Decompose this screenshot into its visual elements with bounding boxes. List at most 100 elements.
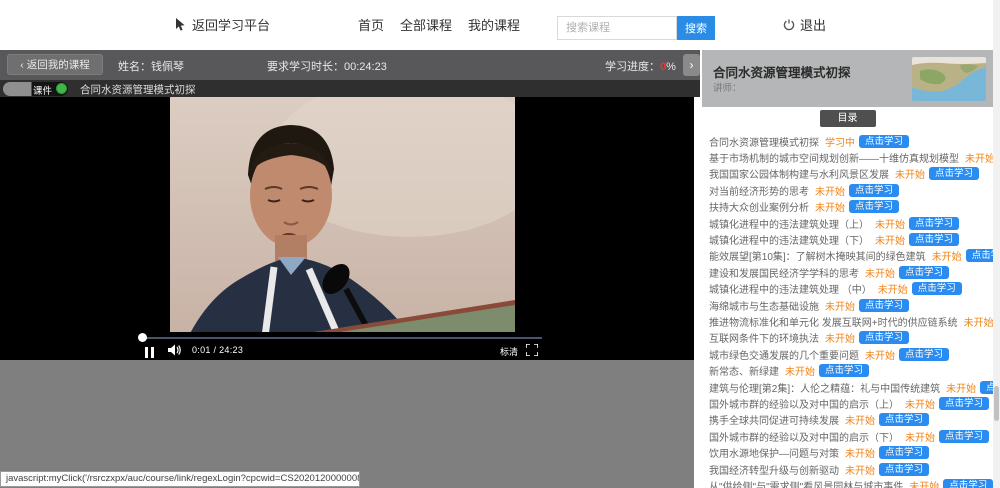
search-bar: 搜索 (557, 16, 715, 40)
video-time: 0:01 / 24:23 (192, 345, 244, 355)
toc-list: 合同水资源管理模式初探 学习中 点击学习 基于市场机制的城市空间规划创新——十维仿真规… (702, 133, 993, 488)
quality-button[interactable]: 标清 (500, 345, 518, 358)
list-item: 国外城市群的经验以及对中国的启示（下） 未开始 点击学习 (702, 428, 993, 444)
search-button[interactable]: 搜索 (677, 16, 715, 40)
course-item-title[interactable]: 国外城市群的经验以及对中国的启示（上） (709, 396, 899, 411)
back-to-my-courses-button[interactable]: ‹ 返回我的课程 (7, 54, 103, 75)
study-button[interactable]: 点击学习 (849, 183, 900, 197)
nav-my-courses[interactable]: 我的课程 (468, 15, 520, 34)
nav-links: 首页 全部课程 我的课程 (358, 15, 520, 34)
course-panel-header: 合同水资源管理模式初探 讲师： (702, 50, 993, 107)
list-item: 新常态、新绿建 未开始 点击学习 (702, 362, 993, 378)
required-duration: 要求学习时长：00:24:23 (267, 61, 387, 73)
seek-handle[interactable] (138, 333, 147, 342)
nav-all-courses[interactable]: 全部课程 (400, 15, 452, 34)
study-button[interactable]: 点击学习 (909, 233, 960, 247)
study-button[interactable]: 点击学习 (859, 134, 910, 148)
course-item-title[interactable]: 国外城市群的经验以及对中国的启示（下） (709, 429, 899, 444)
status-label: 未开始 (875, 219, 905, 231)
course-item-title[interactable]: 建设和发展国民经济学学科的思考 (709, 265, 859, 280)
course-item-title[interactable]: 能效展望[第10集]：了解树木掩映其间的绿色建筑 (709, 248, 926, 263)
list-item: 能效展望[第10集]：了解树木掩映其间的绿色建筑未开始点击学习 (702, 248, 993, 264)
status-label: 未开始 (785, 367, 815, 379)
study-button[interactable]: 点击学习 (879, 446, 930, 460)
back-to-platform-link[interactable]: 返回学习平台 (175, 15, 270, 34)
list-item: 对当前经济形势的思考 未开始 点击学习 (702, 182, 993, 198)
course-item-title[interactable]: 合同水资源管理模式初探 (709, 134, 819, 149)
study-button[interactable]: 点击学习 (849, 200, 900, 214)
fullscreen-icon[interactable] (526, 344, 538, 356)
chevron-right-icon: › (689, 58, 694, 72)
list-item: 我国国家公园体制构建与水利风景区发展 未开始 点击学习 (702, 166, 993, 182)
course-item-title[interactable]: 推进物流标准化和单元化 发展互联网+时代的供应链系统 (709, 314, 958, 329)
study-button[interactable]: 点击学习 (879, 462, 930, 476)
video-player[interactable]: 2018第九届中国(国际)水务高峰论坛 0:01 / 24:23 标清 (0, 97, 694, 360)
course-item-title[interactable]: 城镇化进程中的违法建筑处理（上） (709, 216, 869, 231)
course-item-title[interactable]: 新常态、新绿建 (709, 363, 779, 378)
search-input[interactable] (557, 16, 677, 40)
course-item-title[interactable]: 基于市场机制的城市空间规划创新——十维仿真规划模型 (709, 150, 959, 165)
study-button[interactable]: 点击学习 (899, 347, 950, 361)
study-button[interactable]: 点击学习 (943, 478, 993, 488)
pause-button[interactable] (145, 345, 157, 358)
page-scrollbar[interactable] (993, 0, 1000, 488)
list-item: 建设和发展国民经济学学科的思考 未开始 点击学习 (702, 264, 993, 280)
study-button[interactable]: 点击学习 (909, 216, 960, 230)
player-header-bar: ‹ 返回我的课程 姓名：钱佩琴 要求学习时长：00:24:23 学习进度：0% … (0, 50, 700, 80)
volume-icon[interactable] (168, 344, 182, 356)
student-name: 姓名：钱佩琴 (118, 61, 184, 73)
study-button[interactable]: 点击学习 (929, 167, 980, 181)
page-background (0, 360, 694, 488)
status-label: 未开始 (845, 449, 875, 461)
course-item-title[interactable]: 我国经济转型升级与创新驱动 (709, 462, 839, 477)
status-label: 未开始 (905, 399, 935, 411)
status-label: 未开始 (815, 203, 845, 215)
study-button[interactable]: 点击学习 (819, 364, 870, 378)
study-button[interactable]: 点击学习 (939, 429, 990, 443)
course-item-title[interactable]: 海绵城市与生态基础设施 (709, 298, 819, 313)
chevron-left-icon: ‹ (20, 58, 24, 71)
course-item-title[interactable]: 扶持大众创业案例分析 (709, 199, 809, 214)
course-item-title[interactable]: 我国国家公园体制构建与水利风景区发展 (709, 166, 889, 181)
nav-home[interactable]: 首页 (358, 15, 384, 34)
player-subheader-bar: 课件 合同水资源管理模式初探 (0, 80, 700, 97)
course-thumbnail-map[interactable] (912, 57, 986, 101)
course-item-title[interactable]: 携手全球共同促进可持续发展 (709, 412, 839, 427)
status-label: 未开始 (895, 170, 925, 182)
study-button[interactable]: 点击学习 (859, 298, 910, 312)
course-item-title[interactable]: 城镇化进程中的违法建筑处理 （中） (709, 281, 872, 296)
study-button[interactable]: 点击学习 (899, 265, 950, 279)
study-button[interactable]: 点击学习 (965, 249, 993, 263)
scrollbar-thumb[interactable] (994, 386, 999, 421)
study-button[interactable]: 点击学习 (911, 282, 962, 296)
current-course-title: 合同水资源管理模式初探 (80, 84, 196, 96)
status-bar-url: javascript:myClick('/rsrczxpx/auc/course… (0, 471, 360, 487)
course-item-title[interactable]: 城镇化进程中的违法建筑处理（下） (709, 232, 869, 247)
course-item-title[interactable]: 城市绿色交通发展的几个重要问题 (709, 347, 859, 362)
list-item: 饮用水源地保护—问题与对策 未开始 点击学习 (702, 444, 993, 460)
status-label: 未开始 (825, 301, 855, 313)
study-button[interactable]: 点击学习 (879, 413, 930, 427)
study-button[interactable]: 点击学习 (980, 380, 993, 394)
course-item-title[interactable]: 从"供给侧"与"需求侧"看风景园林与城市事件 (709, 478, 903, 488)
status-label: 未开始 (815, 186, 845, 198)
logout-link[interactable]: 退出 (783, 15, 826, 34)
toc-button[interactable]: 目录 (819, 110, 876, 127)
course-item-title[interactable]: 建筑与伦理[第2集]：人伦之精蕴：礼与中国传统建筑 (709, 380, 940, 395)
study-button[interactable]: 点击学习 (939, 396, 990, 410)
course-item-title[interactable]: 对当前经济形势的思考 (709, 183, 809, 198)
seek-bar[interactable] (142, 337, 542, 339)
list-item: 互联网条件下的环境执法 未开始 点击学习 (702, 330, 993, 346)
top-navbar: 返回学习平台 首页 全部课程 我的课程 搜索 退出 (0, 0, 1000, 45)
toggle-knob-icon (56, 83, 67, 94)
collapse-panel-button[interactable]: › (683, 54, 700, 76)
list-item: 城镇化进程中的违法建筑处理 （中） 未开始 点击学习 (702, 281, 993, 297)
status-label: 未开始 (963, 317, 993, 329)
courseware-toggle[interactable]: 课件 (3, 81, 68, 97)
study-button[interactable]: 点击学习 (859, 331, 910, 345)
list-item: 城镇化进程中的违法建筑处理（上） 未开始 点击学习 (702, 215, 993, 231)
course-item-title[interactable]: 饮用水源地保护—问题与对策 (709, 445, 839, 460)
status-label: 未开始 (845, 465, 875, 477)
course-item-title[interactable]: 互联网条件下的环境执法 (709, 330, 819, 345)
list-item: 扶持大众创业案例分析 未开始 点击学习 (702, 199, 993, 215)
